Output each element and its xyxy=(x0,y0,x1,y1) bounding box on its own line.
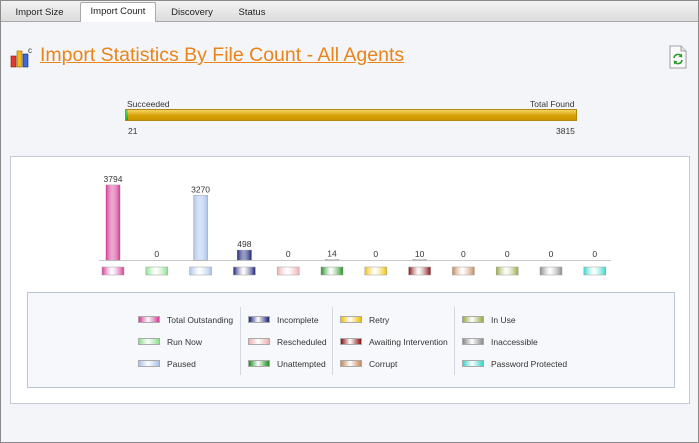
bar-label-paused: 3270 xyxy=(191,184,210,194)
category-swatch-in-use xyxy=(495,266,519,276)
bar-label-incomplete: 498 xyxy=(237,239,251,249)
legend-label: Inaccessible xyxy=(491,337,538,347)
succeeded-count: 21 xyxy=(128,126,138,136)
legend-label: Retry xyxy=(369,315,390,325)
bar-label-total-outstanding: 3794 xyxy=(104,174,123,184)
bar-label-awaiting-intervention: 10 xyxy=(415,249,425,259)
legend-swatch xyxy=(138,360,160,367)
legend-label: Run Now xyxy=(167,337,202,347)
import-progress-bar xyxy=(125,109,577,121)
bar-label-unattempted: 14 xyxy=(327,249,337,259)
category-swatch-total-outstanding xyxy=(101,266,125,276)
legend-label: Password Protected xyxy=(491,359,568,369)
category-swatch-unattempted xyxy=(320,266,344,276)
bar-label-inaccessible: 0 xyxy=(549,249,554,259)
legend-label: Paused xyxy=(167,359,196,369)
category-swatch-password-protected xyxy=(583,266,607,276)
legend-divider xyxy=(332,307,333,375)
category-swatch-corrupt xyxy=(452,266,475,276)
bar-label-run-now: 0 xyxy=(154,249,159,259)
legend-divider xyxy=(240,307,241,375)
page-title[interactable]: Import Statistics By File Count - All Ag… xyxy=(40,44,404,67)
legend-swatch xyxy=(138,338,160,345)
legend-swatch xyxy=(462,316,484,323)
tab-discovery[interactable]: Discovery xyxy=(159,3,225,20)
succeeded-fill xyxy=(126,110,129,120)
legend-label: Unattempted xyxy=(277,359,326,369)
svg-text:c: c xyxy=(28,46,32,55)
bar-shine-incomplete xyxy=(237,250,252,260)
bar-shine-total-outstanding xyxy=(106,185,120,260)
legend-swatch xyxy=(340,338,362,345)
category-swatch-awaiting-intervention xyxy=(408,266,431,276)
legend-swatch xyxy=(340,360,362,367)
legend-label: In Use xyxy=(491,315,516,325)
bar-label-retry: 0 xyxy=(373,249,378,259)
category-swatch-paused xyxy=(189,266,212,276)
bar-shine-paused xyxy=(193,195,208,260)
legend-label: Incomplete xyxy=(277,315,319,325)
refresh-document-icon[interactable] xyxy=(669,45,687,69)
chart-legend: Total Outstanding Run Now Paused Incomplete… xyxy=(27,292,675,388)
total-found-count: 3815 xyxy=(556,126,575,136)
tab-import-size[interactable]: Import Size xyxy=(3,3,76,20)
legend-swatch xyxy=(248,360,270,367)
legend-swatch xyxy=(248,316,270,323)
legend-label: Total Outstanding xyxy=(167,315,234,325)
category-swatch-incomplete xyxy=(233,266,256,276)
import-count-bar-chart: 3794 0 3270 498 0 14 0 10 0 0 0 0 xyxy=(99,174,611,276)
category-swatch-retry xyxy=(364,266,388,276)
total-found-label: Total Found xyxy=(530,99,575,109)
bar-label-password-protected: 0 xyxy=(592,249,597,259)
bar-chart-icon: c xyxy=(10,46,32,68)
category-swatch-inaccessible xyxy=(539,266,563,276)
legend-label: Rescheduled xyxy=(277,337,327,347)
category-swatch-run-now xyxy=(145,266,169,276)
tab-status[interactable]: Status xyxy=(227,3,277,20)
bar-label-rescheduled: 0 xyxy=(286,249,291,259)
legend-label: Corrupt xyxy=(369,359,398,369)
legend-label: Awaiting Intervention xyxy=(369,337,448,347)
legend-divider xyxy=(454,307,455,375)
tab-import-count[interactable]: Import Count xyxy=(80,2,156,22)
category-swatch-rescheduled xyxy=(276,266,300,276)
app-window: Import Size Import Count Discovery Statu… xyxy=(0,0,699,443)
legend-swatch xyxy=(462,360,484,367)
legend-swatch xyxy=(138,316,160,323)
tab-bar: Import Size Import Count Discovery Statu… xyxy=(1,1,698,22)
legend-swatch xyxy=(340,316,362,323)
bar-label-in-use: 0 xyxy=(505,249,510,259)
legend-swatch xyxy=(462,338,484,345)
bar-label-corrupt: 0 xyxy=(461,249,466,259)
legend-swatch xyxy=(248,338,270,345)
succeeded-label: Succeeded xyxy=(127,99,170,109)
